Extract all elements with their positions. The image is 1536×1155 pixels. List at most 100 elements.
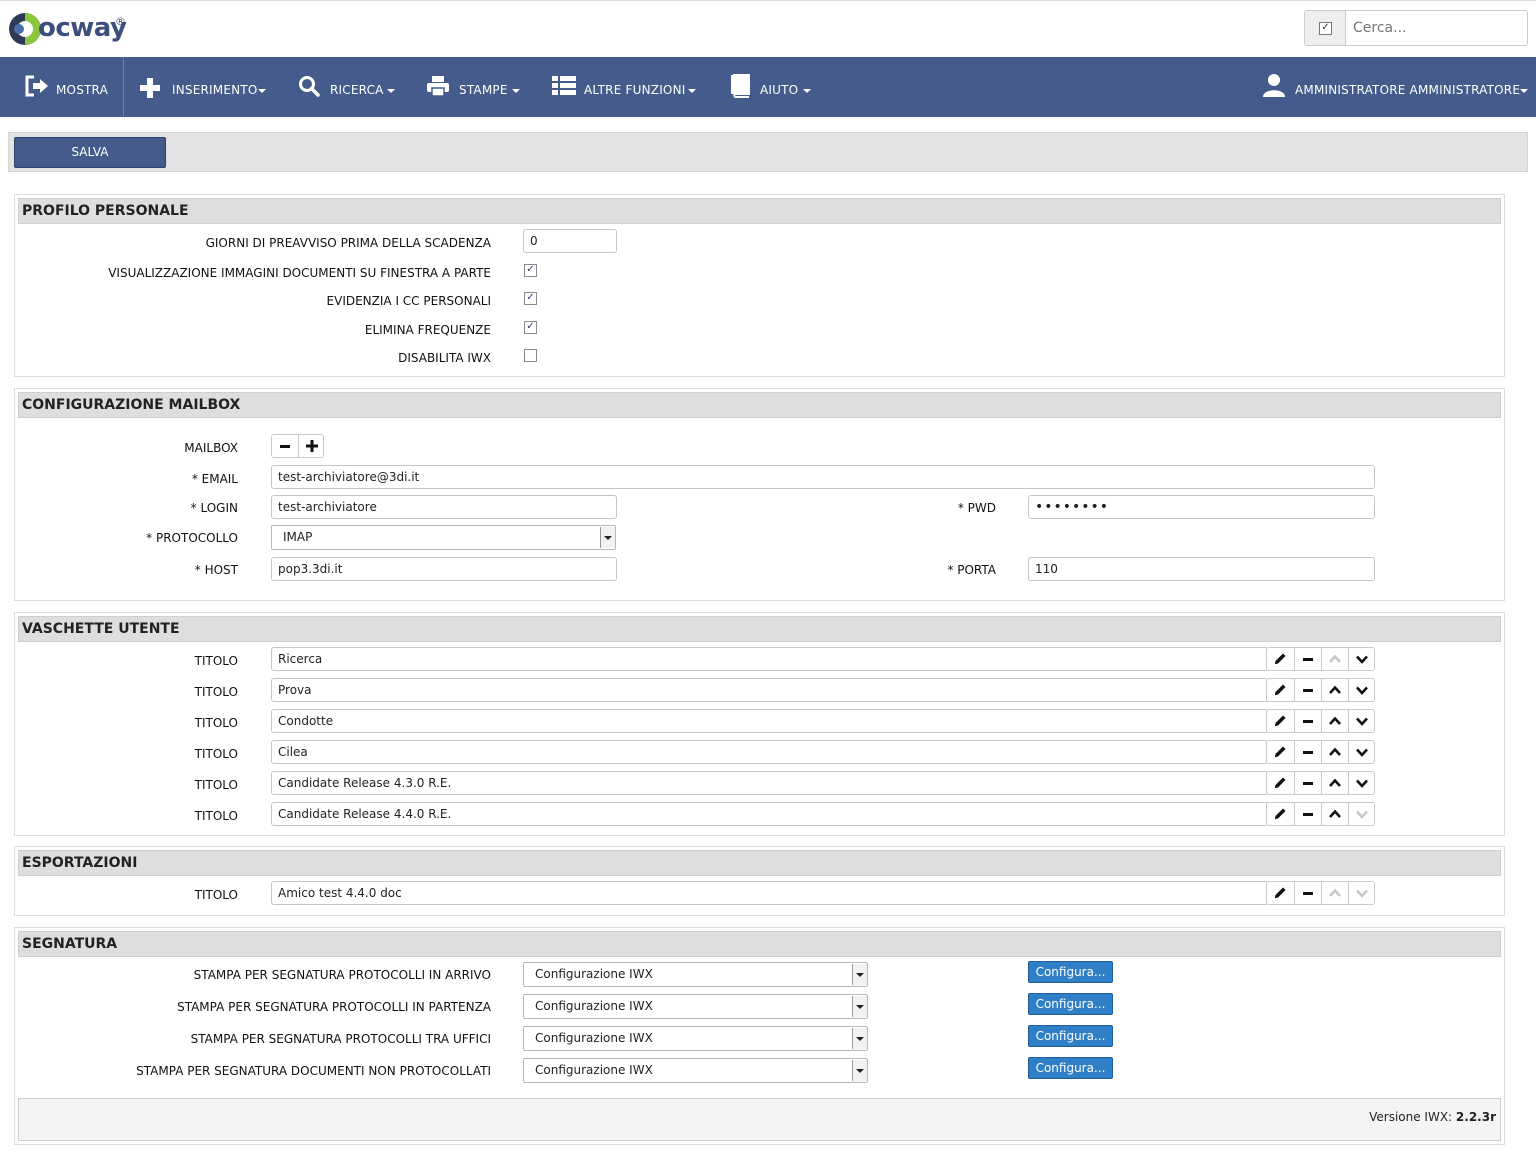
configure-button[interactable]: Configura... [1028,993,1113,1015]
nav-aiuto[interactable]: AIUTO [729,57,819,117]
nav-stampe-label: STAMPE [459,83,508,97]
chevron-up-icon [1329,747,1341,756]
evidenzia-cc-label: EVIDENZIA I CC PERSONALI [326,294,491,308]
configure-button[interactable]: Configura... [1028,961,1113,983]
chevron-down-icon [1356,717,1368,726]
configure-button[interactable]: Configura... [1028,1057,1113,1079]
mailbox-add-remove-group [271,434,324,458]
disabilita-iwx-checkbox[interactable] [524,349,537,362]
minus-icon [1303,813,1313,816]
move-down-button[interactable] [1348,741,1374,763]
move-down-button[interactable] [1348,772,1374,794]
nav-inserimento[interactable]: INSERIMENTO [138,57,273,117]
porta-input[interactable]: 110 [1028,557,1375,581]
search-input[interactable] [1351,15,1525,41]
section-title: VASCHETTE UTENTE [18,616,1501,642]
move-up-button[interactable] [1321,679,1347,701]
edit-button[interactable] [1267,882,1293,904]
visualizzazione-immagini-label: VISUALIZZAZIONE IMMAGINI DOCUMENTI SU FI… [108,266,491,280]
nav-mostra-label: MOSTRA [56,83,109,97]
titolo-input[interactable]: Candidate Release 4.4.0 R.E. [271,802,1268,826]
nav-altre-funzioni-label: ALTRE FUNZIONI [584,83,686,97]
save-button[interactable]: SALVA [14,137,166,168]
remove-mailbox-button[interactable] [272,435,298,457]
remove-button[interactable] [1294,648,1320,670]
elimina-frequenze-checkbox[interactable]: ✓ [524,321,537,334]
move-down-button[interactable] [1348,679,1374,701]
segnatura-select[interactable]: Configurazione IWX [523,994,868,1019]
visualizzazione-immagini-checkbox[interactable]: ✓ [524,264,537,277]
move-up-button[interactable] [1321,772,1347,794]
edit-button[interactable] [1267,679,1293,701]
titolo-label: TITOLO [194,888,238,902]
chevron-down-icon [1356,655,1368,664]
docway-logo[interactable]: ocway ® [8,8,128,52]
sign-out-icon [25,75,48,97]
titolo-input[interactable]: Candidate Release 4.3.0 R.E. [271,771,1268,795]
pwd-input[interactable]: •••••••• [1028,495,1375,519]
remove-button[interactable] [1294,741,1320,763]
protocollo-select[interactable]: IMAP [271,525,616,550]
segnatura-select[interactable]: Configurazione IWX [523,962,868,987]
login-input[interactable]: test-archiviatore [271,495,617,519]
titolo-input[interactable]: Condotte [271,709,1268,733]
configure-button[interactable]: Configura... [1028,1025,1113,1047]
chevron-down-icon [1520,89,1528,93]
titolo-label: TITOLO [194,716,238,730]
elimina-frequenze-label: ELIMINA FREQUENZE [364,323,491,337]
edit-button[interactable] [1267,710,1293,732]
remove-button[interactable] [1294,710,1320,732]
titolo-input[interactable]: Cilea [271,740,1268,764]
nav-ricerca[interactable]: RICERCA [298,57,398,117]
remove-button[interactable] [1294,679,1320,701]
minus-icon [1303,689,1313,692]
move-down-button[interactable] [1348,648,1374,670]
disabilita-iwx-label: DISABILITA IWX [398,351,491,365]
chevron-down-icon [258,89,266,93]
host-input[interactable]: pop3.3di.it [271,557,617,581]
row-actions [1266,647,1375,671]
segnatura-row-label: STAMPA PER SEGNATURA PROTOCOLLI IN PARTE… [177,1000,491,1014]
nav-stampe[interactable]: STAMPE [426,57,526,117]
move-up-button[interactable] [1321,803,1347,825]
chevron-down-icon [387,89,395,93]
segnatura-select-value: Configurazione IWX [535,1063,653,1077]
move-down-button[interactable] [1348,710,1374,732]
logo-text: ocway [38,13,127,43]
titolo-input[interactable]: Ricerca [271,647,1268,671]
segnatura-row-label: STAMPA PER SEGNATURA DOCUMENTI NON PROTO… [136,1064,491,1078]
titolo-input[interactable]: Amico test 4.4.0 doc [271,881,1268,905]
evidenzia-cc-checkbox[interactable]: ✓ [524,292,537,305]
edit-button[interactable] [1267,772,1293,794]
nav-user-label: AMMINISTRATORE AMMINISTRATORE [1295,83,1521,97]
nav-user-menu[interactable]: AMMINISTRATORE AMMINISTRATORE [1262,57,1536,117]
segnatura-select[interactable]: Configurazione IWX [523,1026,868,1051]
segnatura-select[interactable]: Configurazione IWX [523,1058,868,1083]
minus-icon [1303,658,1313,661]
move-up-button[interactable] [1321,741,1347,763]
remove-button[interactable] [1294,882,1320,904]
remove-button[interactable] [1294,772,1320,794]
action-toolbar [8,132,1528,172]
titolo-input[interactable]: Prova [271,678,1268,702]
chevron-down-icon [852,1028,867,1049]
add-mailbox-button[interactable] [298,435,324,457]
edit-button[interactable] [1267,648,1293,670]
pencil-icon [1274,684,1286,696]
edit-button[interactable] [1267,741,1293,763]
nav-altre-funzioni[interactable]: ALTRE FUNZIONI [552,57,702,117]
search-scope-checkbox[interactable]: ✓ [1319,22,1332,35]
email-input[interactable]: test-archiviatore@3di.it [271,465,1375,489]
search-scope-checkbox-wrap[interactable]: ✓ [1305,11,1346,45]
row-actions [1266,740,1375,764]
edit-button[interactable] [1267,803,1293,825]
remove-button[interactable] [1294,803,1320,825]
giorni-preavviso-input[interactable]: 0 [523,229,617,253]
chevron-up-icon [1329,888,1341,897]
chevron-up-icon [1329,778,1341,787]
giorni-preavviso-label: GIORNI DI PREAVVISO PRIMA DELLA SCADENZA [205,236,491,250]
nav-mostra[interactable]: MOSTRA [22,57,122,117]
version-value: 2.2.3r [1455,1110,1496,1124]
move-down-button [1348,803,1374,825]
move-up-button[interactable] [1321,710,1347,732]
